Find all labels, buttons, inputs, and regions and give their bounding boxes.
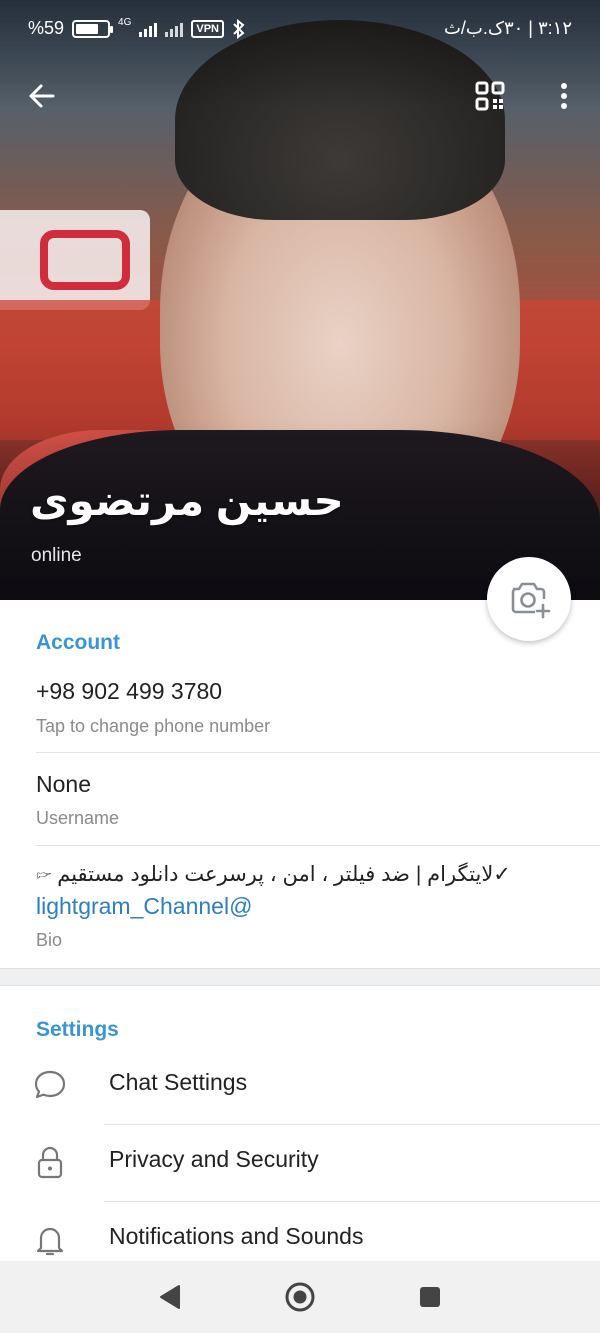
vpn-badge: VPN: [191, 19, 224, 38]
username-value[interactable]: None: [36, 771, 91, 798]
nav-back-button[interactable]: [152, 1279, 188, 1315]
chat-bubble-icon: [34, 1070, 66, 1099]
settings-section-title: Settings: [36, 1018, 119, 1041]
bluetooth-icon: [233, 18, 245, 39]
clock: ۳:۱۲ | ۳۰ک.ب/ث: [443, 18, 572, 38]
home-circle-icon: [285, 1282, 315, 1312]
battery-percent: %59: [28, 18, 65, 38]
status-bar: %59 4G VPN ۳:۱۲ | ۳۰ک.ب/ث: [0, 0, 600, 60]
square-recents-icon: [420, 1287, 440, 1307]
lock-icon: [37, 1146, 63, 1179]
bio-text: ✓لایتگرام | ضد فیلتر ، امن ، پرسرعت دانل…: [36, 863, 511, 886]
arrow-left-icon: [29, 84, 55, 108]
chat-settings-label: Chat Settings: [109, 1069, 248, 1095]
profile-status: online: [31, 545, 82, 566]
privacy-security-label: Privacy and Security: [109, 1146, 319, 1172]
navigation-bar: [0, 1261, 600, 1333]
set-photo-button[interactable]: [487, 557, 571, 641]
triangle-back-icon: [160, 1285, 180, 1309]
phone-caption: Tap to change phone number: [36, 716, 271, 736]
signal-2-icon: [165, 21, 184, 37]
username-caption: Username: [36, 808, 120, 828]
more-options-button[interactable]: [544, 76, 584, 116]
more-vertical-icon: [561, 83, 567, 109]
bell-icon: [36, 1227, 64, 1256]
camera-add-icon: [511, 582, 551, 619]
network-type: 4G: [118, 17, 132, 28]
battery-icon: [72, 19, 114, 38]
privacy-security-item[interactable]: Privacy and Security: [0, 1124, 600, 1200]
bio-link[interactable]: lightgram_Channel@: [36, 893, 252, 920]
section-separator: [0, 968, 600, 986]
account-section-title: Account: [36, 631, 120, 654]
notifications-sounds-label: Notifications and Sounds: [109, 1223, 364, 1249]
phone-number[interactable]: +98 902 499 3780: [36, 678, 222, 705]
nav-recents-button[interactable]: [412, 1279, 448, 1315]
qr-code-button[interactable]: [470, 76, 510, 116]
back-button[interactable]: [22, 76, 62, 116]
chat-settings-item[interactable]: Chat Settings: [0, 1047, 600, 1123]
signal-icon: [139, 21, 158, 37]
divider: [36, 845, 600, 846]
bio-caption: Bio: [36, 930, 63, 950]
qr-code-icon: [475, 81, 505, 111]
nav-home-button[interactable]: [282, 1279, 318, 1315]
profile-name: حسین مرتضوی: [30, 477, 344, 524]
divider: [36, 752, 600, 753]
